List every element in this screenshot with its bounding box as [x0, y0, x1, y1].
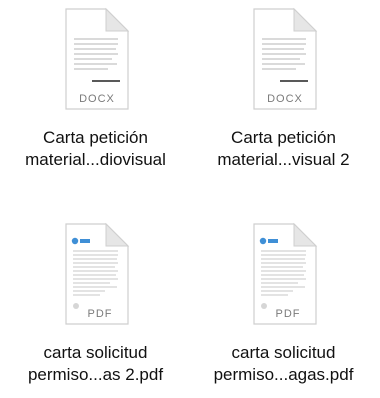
file-type-label: PDF [87, 308, 112, 320]
file-name-line-1: carta solicitud [43, 343, 148, 362]
file-name-line-2: permiso...as 2.pdf [27, 365, 164, 384]
file-name-line-2: material...visual 2 [217, 150, 350, 169]
file-grid: DOCX Carta petición material...diovisual… [0, 0, 380, 398]
file-item[interactable]: DOCX Carta petición material...diovisual [8, 5, 183, 171]
file-name-line-1: Carta petición [43, 128, 148, 147]
docx-file-icon: DOCX [64, 7, 129, 110]
file-type-label: DOCX [79, 93, 115, 105]
docx-file-icon: DOCX [252, 7, 317, 110]
file-item[interactable]: PDF carta solicitud permiso...agas.pdf [196, 220, 371, 386]
file-name[interactable]: carta solicitud permiso...as 2.pdf [28, 342, 163, 386]
file-name[interactable]: Carta petición material...visual 2 [217, 127, 349, 171]
file-type-label: DOCX [267, 93, 303, 105]
file-type-label: PDF [275, 308, 300, 320]
file-name-line-1: carta solicitud [231, 343, 336, 362]
file-name-line-1: Carta petición [231, 128, 336, 147]
file-item[interactable]: PDF carta solicitud permiso...as 2.pdf [8, 220, 183, 386]
file-name[interactable]: carta solicitud permiso...agas.pdf [214, 342, 354, 386]
file-name-line-2: permiso...agas.pdf [213, 365, 354, 384]
pdf-file-icon: PDF [252, 222, 317, 325]
file-name[interactable]: Carta petición material...diovisual [25, 127, 166, 171]
pdf-file-icon: PDF [64, 222, 129, 325]
file-name-line-2: material...diovisual [25, 150, 166, 169]
file-item[interactable]: DOCX Carta petición material...visual 2 [196, 5, 371, 171]
